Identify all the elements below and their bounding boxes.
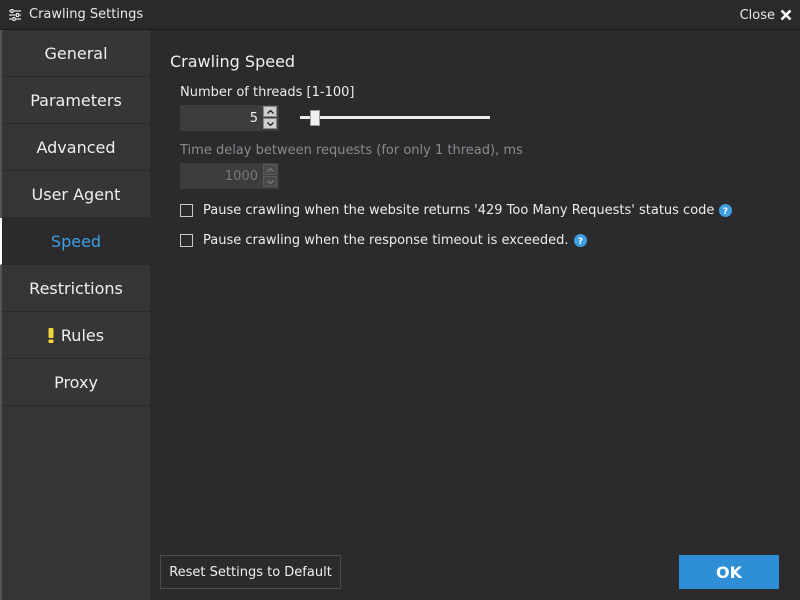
- svg-text:?: ?: [577, 237, 582, 247]
- pause-on-429-label: Pause crawling when the website returns …: [203, 203, 715, 218]
- close-x-icon: [780, 9, 792, 21]
- delay-stepper: [180, 163, 279, 189]
- sidebar-item-speed[interactable]: Speed: [0, 218, 150, 265]
- warning-icon: [48, 327, 54, 343]
- pause-on-429-option[interactable]: Pause crawling when the website returns …: [180, 203, 733, 218]
- sidebar-item-general[interactable]: General: [2, 30, 150, 77]
- sidebar-item-label: Parameters: [30, 90, 122, 110]
- sliders-icon: [9, 9, 21, 21]
- sidebar-item-label: Proxy: [54, 372, 98, 392]
- threads-input[interactable]: [180, 105, 260, 131]
- sidebar-item-label: Speed: [50, 231, 102, 251]
- sidebar-item-label: Rules: [60, 325, 105, 345]
- threads-decrement-button[interactable]: [263, 118, 277, 129]
- sidebar-item-label: User Agent: [31, 184, 121, 204]
- delay-input: [180, 163, 260, 189]
- chevron-up-icon: [266, 167, 274, 172]
- threads-slider[interactable]: [300, 106, 490, 130]
- window-title: Crawling Settings: [29, 7, 144, 22]
- sidebar-item-proxy[interactable]: Proxy: [2, 359, 150, 406]
- sidebar-item-parameters[interactable]: Parameters: [2, 77, 150, 124]
- settings-sidebar: General Parameters Advanced User Agent S…: [0, 30, 150, 600]
- pause-on-429-checkbox[interactable]: [180, 204, 193, 217]
- slider-track: [300, 116, 490, 119]
- delay-label: Time delay between requests (for only 1 …: [180, 143, 523, 158]
- pause-on-timeout-option[interactable]: Pause crawling when the response timeout…: [180, 233, 587, 248]
- ok-button[interactable]: OK: [679, 555, 779, 589]
- sidebar-item-rules[interactable]: Rules: [2, 312, 150, 359]
- speed-settings-panel: Crawling Speed Number of threads [1-100]…: [150, 30, 800, 600]
- delay-decrement-button: [263, 176, 277, 187]
- section-title: Crawling Speed: [170, 52, 296, 71]
- help-icon[interactable]: ?: [573, 234, 587, 247]
- sidebar-item-label: Restrictions: [29, 278, 123, 298]
- reset-settings-button[interactable]: Reset Settings to Default: [160, 555, 341, 589]
- svg-text:?: ?: [723, 207, 728, 217]
- chevron-up-icon: [266, 109, 274, 114]
- threads-stepper: [180, 105, 279, 131]
- help-icon[interactable]: ?: [719, 204, 733, 217]
- slider-thumb[interactable]: [310, 110, 321, 126]
- chevron-down-icon: [266, 121, 274, 126]
- threads-increment-button[interactable]: [263, 106, 277, 117]
- delay-increment-button: [263, 164, 277, 175]
- sidebar-item-user-agent[interactable]: User Agent: [2, 171, 150, 218]
- threads-label: Number of threads [1-100]: [180, 85, 355, 100]
- close-button[interactable]: Close: [740, 5, 792, 25]
- pause-on-timeout-label: Pause crawling when the response timeout…: [203, 233, 569, 248]
- title-bar: Crawling Settings Close: [0, 0, 800, 30]
- sidebar-item-restrictions[interactable]: Restrictions: [2, 265, 150, 312]
- sidebar-item-advanced[interactable]: Advanced: [2, 124, 150, 171]
- sidebar-item-label: General: [44, 43, 108, 63]
- pause-on-timeout-checkbox[interactable]: [180, 234, 193, 247]
- sidebar-item-label: Advanced: [36, 137, 116, 157]
- close-label: Close: [739, 7, 775, 23]
- chevron-down-icon: [266, 179, 274, 184]
